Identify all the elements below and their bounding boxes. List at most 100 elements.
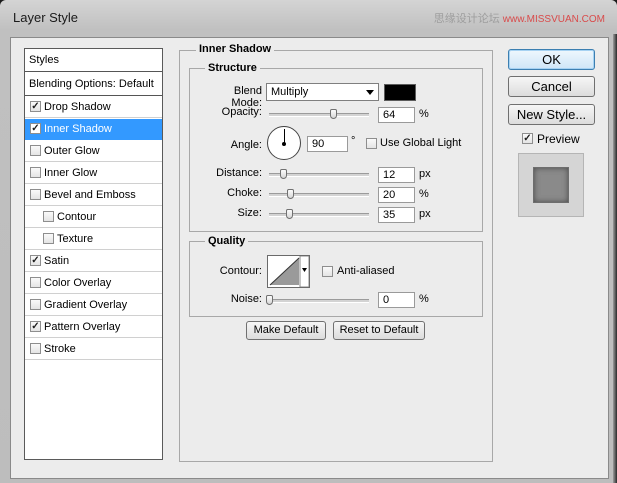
preview-label: Preview — [537, 132, 580, 146]
stroke-checkbox[interactable] — [30, 343, 41, 354]
inner-glow-checkbox[interactable] — [30, 167, 41, 178]
noise-unit: % — [419, 293, 429, 305]
distance-field[interactable]: 12 — [378, 167, 415, 183]
opacity-unit: % — [419, 108, 429, 120]
window-edge-shadow — [613, 34, 617, 483]
ok-button[interactable]: OK — [508, 49, 595, 70]
dialog-body: Styles Blending Options: Default ✓ Drop S… — [10, 37, 609, 479]
preview-checkbox[interactable]: ✓ — [522, 133, 533, 144]
gradient-overlay-checkbox[interactable] — [30, 299, 41, 310]
blending-options-label: Blending Options: Default — [29, 78, 154, 90]
contour-picker[interactable] — [267, 255, 310, 288]
use-global-light-checkbox[interactable] — [366, 138, 377, 149]
blend-mode-select[interactable]: Multiply — [266, 83, 379, 101]
choke-slider-track[interactable] — [269, 193, 369, 197]
choke-field[interactable]: 20 — [378, 187, 415, 203]
quality-group — [189, 241, 483, 317]
sidebar-item-contour[interactable]: Contour — [25, 207, 162, 228]
contour-label: Contour: — [219, 265, 262, 277]
watermark: 思缘设计论坛 www.MISSVUAN.COM — [434, 10, 605, 26]
size-field[interactable]: 35 — [378, 207, 415, 223]
sidebar-item-satin[interactable]: ✓ Satin — [25, 251, 162, 272]
sidebar-item-outer-glow[interactable]: Outer Glow — [25, 141, 162, 162]
size-slider-thumb[interactable] — [286, 209, 293, 219]
angle-field[interactable]: 90 — [307, 136, 348, 152]
sidebar-item-label: Color Overlay — [44, 277, 112, 289]
cancel-button[interactable]: Cancel — [508, 76, 595, 97]
window-title: Layer Style — [13, 10, 79, 25]
watermark-text: 思缘设计论坛 — [433, 13, 500, 25]
choke-slider-thumb[interactable] — [287, 189, 294, 199]
sidebar-item-label: Gradient Overlay — [44, 299, 128, 311]
sidebar-item-pattern-overlay[interactable]: ✓ Pattern Overlay — [25, 317, 162, 338]
opacity-field[interactable]: 64 — [378, 107, 415, 123]
sidebar-item-label: Stroke — [44, 343, 76, 355]
reset-to-default-button[interactable]: Reset to Default — [333, 321, 425, 340]
sidebar-item-gradient-overlay[interactable]: Gradient Overlay — [25, 295, 162, 316]
opacity-slider-track[interactable] — [269, 113, 369, 117]
styles-header[interactable]: Styles — [25, 49, 162, 72]
preview-thumbnail — [518, 153, 584, 217]
sidebar-item-label: Bevel and Emboss — [44, 189, 136, 201]
sidebar-item-color-overlay[interactable]: Color Overlay — [25, 273, 162, 294]
sidebar-item-label: Inner Glow — [44, 167, 98, 179]
distance-unit: px — [419, 168, 431, 180]
sidebar-item-label: Outer Glow — [44, 145, 100, 157]
structure-title: Structure — [205, 62, 260, 74]
styles-header-label: Styles — [29, 54, 59, 66]
sidebar-item-drop-shadow[interactable]: ✓ Drop Shadow — [25, 97, 162, 118]
anti-aliased-checkbox[interactable] — [322, 266, 333, 277]
drop-shadow-checkbox[interactable]: ✓ — [30, 101, 41, 112]
sidebar-item-bevel-and-emboss[interactable]: Bevel and Emboss — [25, 185, 162, 206]
shadow-color-swatch[interactable] — [384, 84, 416, 101]
sidebar-item-label: Texture — [57, 233, 94, 245]
size-slider-track[interactable] — [269, 213, 369, 217]
sidebar-item-texture[interactable]: Texture — [25, 229, 162, 250]
angle-dial[interactable] — [267, 126, 301, 160]
angle-label: Angle: — [230, 139, 262, 151]
distance-slider-thumb[interactable] — [280, 169, 287, 179]
inner-shadow-title: Inner Shadow — [196, 43, 275, 55]
sidebar-item-label: Satin — [44, 255, 70, 267]
distance-label: Distance: — [216, 167, 262, 179]
title-bar[interactable]: Layer Style 思缘设计论坛 www.MISSVUAN.COM — [0, 0, 617, 34]
texture-checkbox[interactable] — [43, 233, 54, 244]
bevel-emboss-checkbox[interactable] — [30, 189, 41, 200]
noise-slider-track[interactable] — [269, 299, 369, 303]
use-global-light-label: Use Global Light — [380, 137, 462, 149]
sidebar-item-label: Contour — [57, 211, 97, 223]
contour-checkbox[interactable] — [43, 211, 54, 222]
quality-title: Quality — [205, 235, 249, 247]
sidebar-item-label: Drop Shadow — [44, 101, 111, 113]
inner-shadow-checkbox[interactable]: ✓ — [30, 123, 41, 134]
anti-aliased-label: Anti-aliased — [337, 265, 395, 277]
sidebar-item-stroke[interactable]: Stroke — [25, 339, 162, 360]
choke-label: Choke: — [227, 187, 262, 199]
make-default-button[interactable]: Make Default — [246, 321, 326, 340]
new-style-button[interactable]: New Style... — [508, 104, 595, 125]
blending-options-item[interactable]: Blending Options: Default — [25, 73, 162, 96]
angle-unit: ° — [351, 135, 356, 147]
styles-list: Styles Blending Options: Default ✓ Drop S… — [24, 48, 163, 460]
color-overlay-checkbox[interactable] — [30, 277, 41, 288]
outer-glow-checkbox[interactable] — [30, 145, 41, 156]
sidebar-item-inner-shadow[interactable]: ✓ Inner Shadow — [25, 119, 162, 140]
sidebar-item-label: Pattern Overlay — [44, 321, 121, 333]
chevron-down-icon — [366, 90, 374, 95]
contour-curve-icon — [269, 255, 310, 288]
size-label: Size: — [237, 207, 262, 219]
sidebar-item-inner-glow[interactable]: Inner Glow — [25, 163, 162, 184]
size-unit: px — [419, 208, 431, 220]
opacity-slider-thumb[interactable] — [330, 109, 337, 119]
sidebar-item-label: Inner Shadow — [44, 123, 112, 135]
noise-field[interactable]: 0 — [378, 292, 415, 308]
layer-style-dialog: Layer Style 思缘设计论坛 www.MISSVUAN.COM Styl… — [0, 0, 617, 483]
satin-checkbox[interactable]: ✓ — [30, 255, 41, 266]
noise-label: Noise: — [230, 293, 262, 305]
pattern-overlay-checkbox[interactable]: ✓ — [30, 321, 41, 332]
noise-slider-thumb[interactable] — [266, 295, 273, 305]
choke-unit: % — [419, 188, 429, 200]
opacity-label: Opacity: — [221, 106, 262, 118]
blend-mode-value: Multiply — [271, 86, 309, 98]
watermark-url: www.MISSVUAN.COM — [502, 14, 605, 25]
